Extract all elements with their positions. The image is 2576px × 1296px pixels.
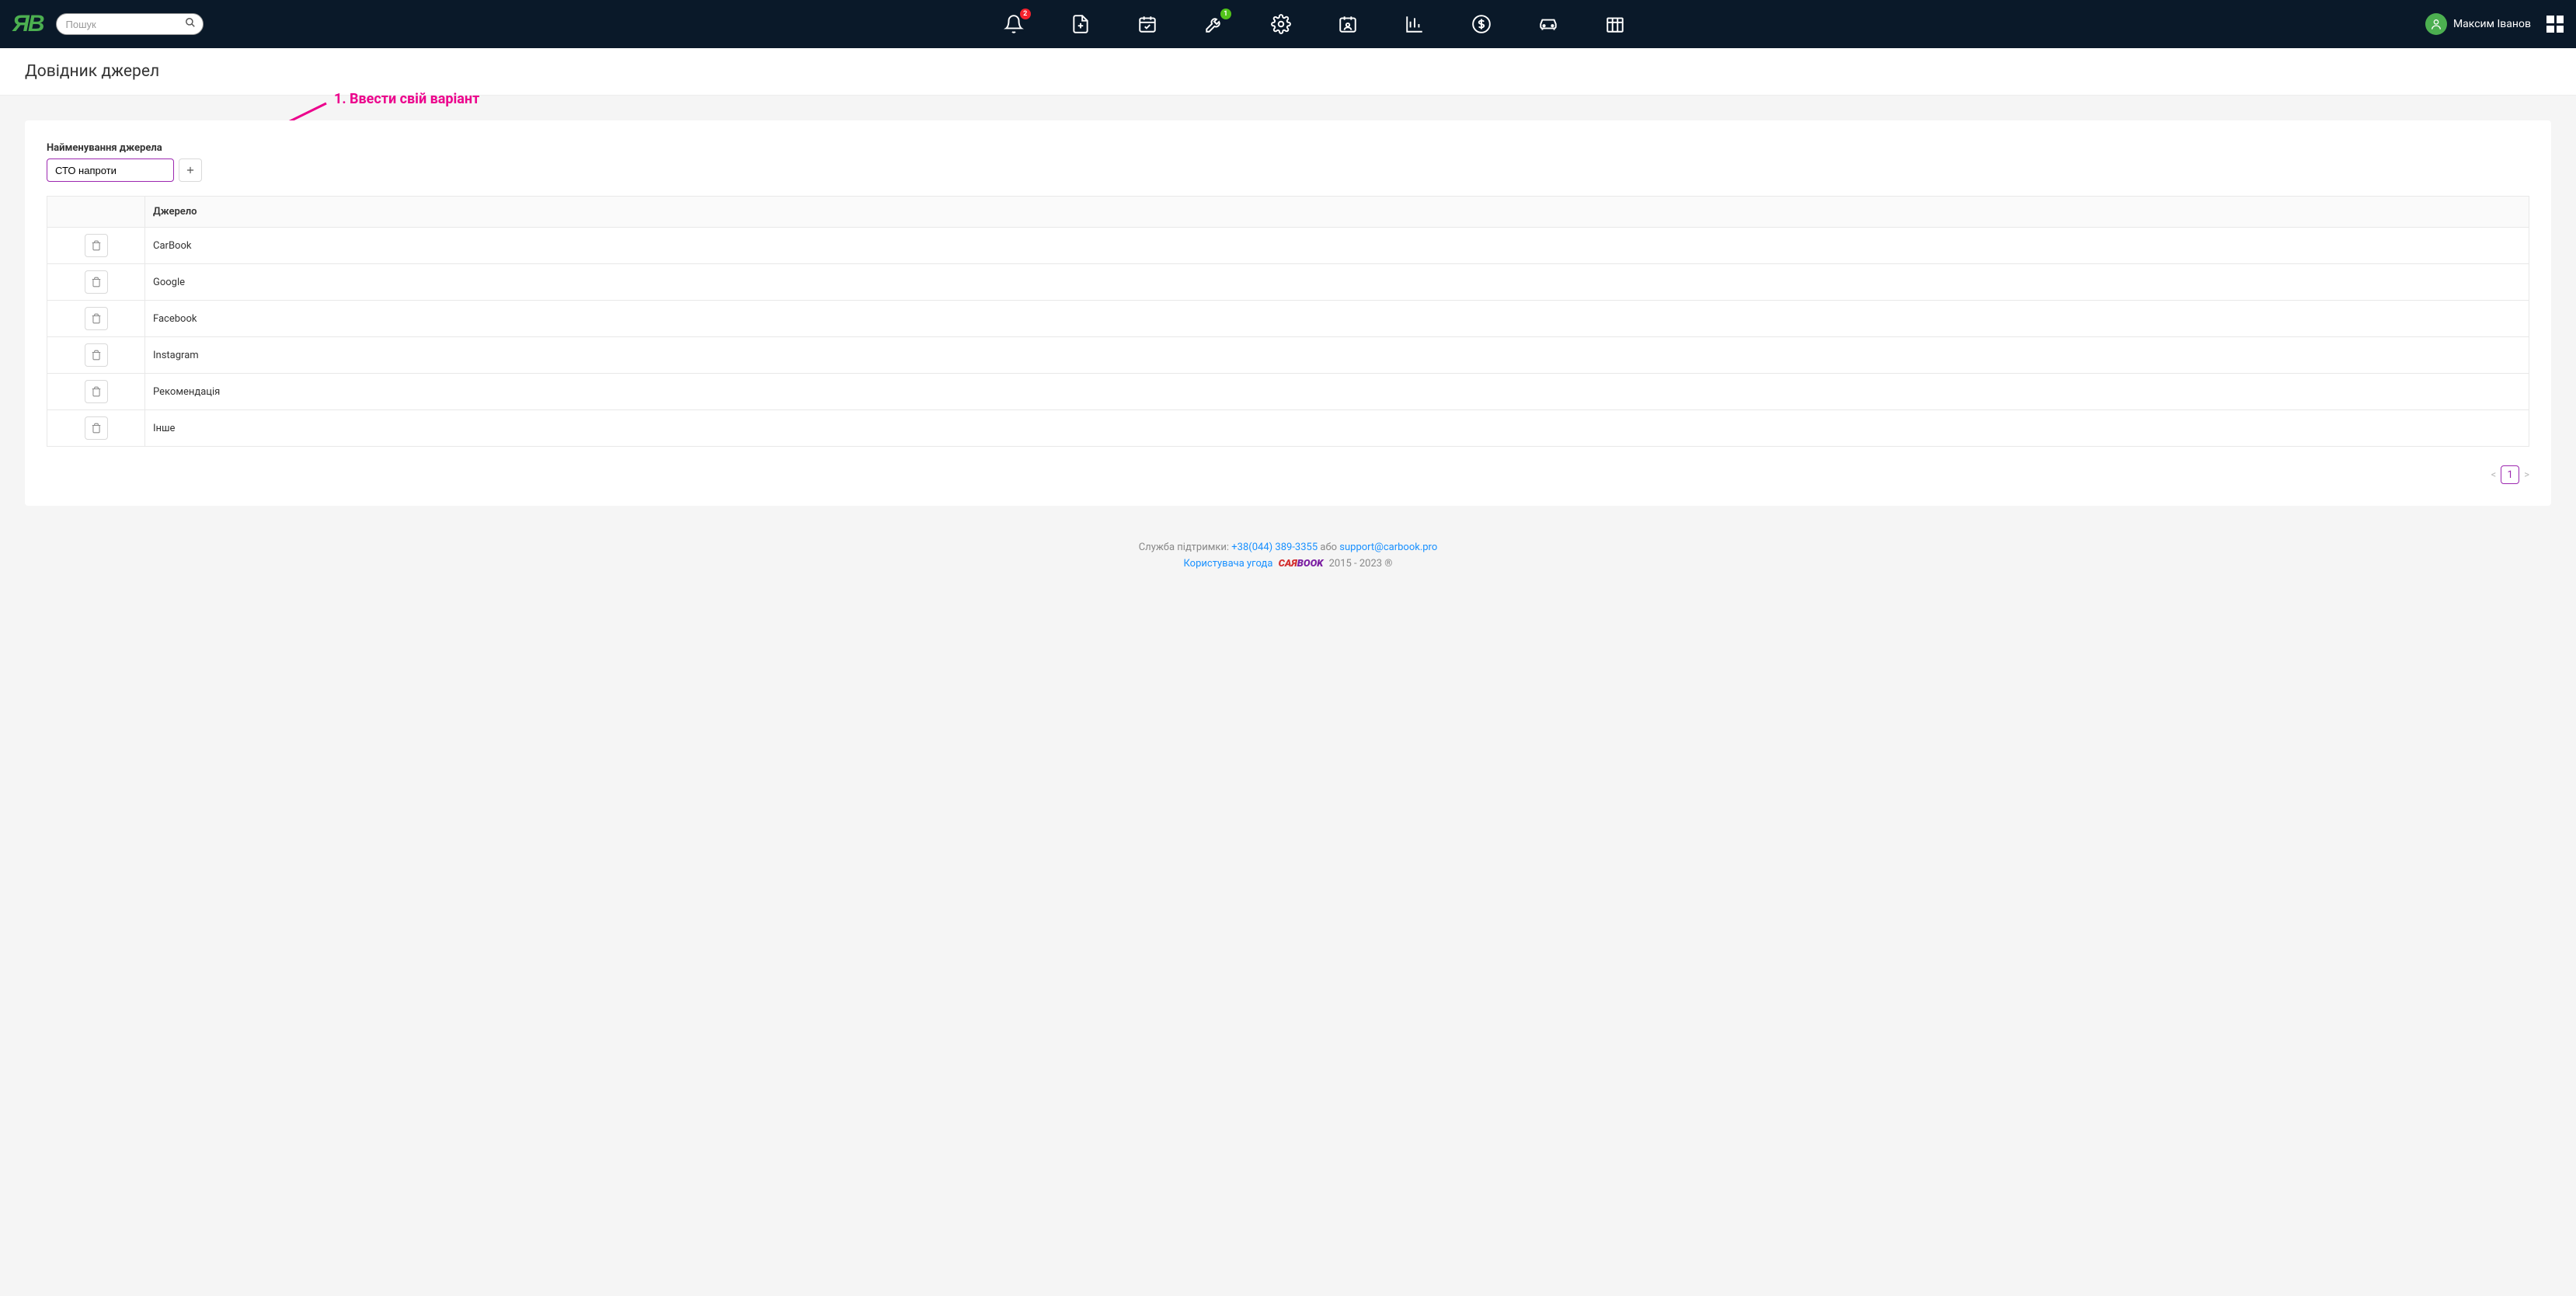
- source-name-cell: Google: [145, 264, 2529, 301]
- table-header-source: Джерело: [145, 197, 2529, 228]
- footer-or: або: [1320, 542, 1337, 553]
- settings-icon[interactable]: [1270, 13, 1292, 35]
- table-row: Instagram: [47, 337, 2529, 374]
- table-header-action: [47, 197, 145, 228]
- delete-button[interactable]: [85, 307, 108, 330]
- plus-icon: [185, 165, 196, 176]
- table-row: Google: [47, 264, 2529, 301]
- chart-icon[interactable]: [1404, 13, 1426, 35]
- panel: Найменування джерела Джерело CarBookGoog…: [25, 120, 2551, 506]
- apps-icon[interactable]: [2546, 16, 2564, 33]
- source-name-cell: CarBook: [145, 228, 2529, 264]
- avatar: [2425, 13, 2447, 35]
- search-input[interactable]: [56, 13, 204, 35]
- sources-table: Джерело CarBookGoogleFacebookInstagramРе…: [47, 196, 2529, 447]
- main-content: 1. Ввести свій варіант 2. Натиснути дода…: [0, 96, 2576, 531]
- new-document-icon[interactable]: [1070, 13, 1091, 35]
- prev-page[interactable]: <: [2491, 469, 2497, 481]
- support-phone[interactable]: +38(044) 389-3355: [1231, 542, 1318, 553]
- page-number[interactable]: 1: [2501, 465, 2519, 484]
- logo[interactable]: ЯB: [12, 11, 44, 37]
- page-title: Довідник джерел: [0, 48, 2576, 96]
- delete-button[interactable]: [85, 234, 108, 257]
- carbook-logo: CAЯBOOK: [1279, 558, 1324, 570]
- add-button[interactable]: [179, 159, 202, 182]
- dollar-icon[interactable]: [1471, 13, 1492, 35]
- trash-icon: [91, 386, 102, 397]
- source-name-cell: Рекомендація: [145, 374, 2529, 410]
- trash-icon: [91, 277, 102, 287]
- source-name-cell: Інше: [145, 410, 2529, 447]
- search-icon[interactable]: [185, 17, 196, 31]
- table-row: Рекомендація: [47, 374, 2529, 410]
- delete-button[interactable]: [85, 416, 108, 440]
- pagination: < 1 >: [47, 465, 2529, 484]
- trash-icon: [91, 423, 102, 434]
- source-name-cell: Facebook: [145, 301, 2529, 337]
- next-page[interactable]: >: [2524, 469, 2529, 481]
- table-row: Facebook: [47, 301, 2529, 337]
- search-box: [56, 13, 204, 35]
- top-header: ЯB 2 1: [0, 0, 2576, 48]
- delete-button[interactable]: [85, 270, 108, 294]
- wrench-badge: 1: [1220, 9, 1231, 19]
- delete-button[interactable]: [85, 343, 108, 367]
- user-menu[interactable]: Максим Іванов: [2425, 13, 2564, 35]
- support-email[interactable]: support@carbook.pro: [1339, 542, 1437, 553]
- trash-icon: [91, 240, 102, 251]
- grid-icon[interactable]: [1604, 13, 1626, 35]
- user-name: Максим Іванов: [2453, 18, 2531, 30]
- terms-link[interactable]: Користувача угода: [1183, 558, 1272, 570]
- source-name-cell: Instagram: [145, 337, 2529, 374]
- source-name-label: Найменування джерела: [47, 142, 2529, 154]
- trash-icon: [91, 313, 102, 324]
- table-row: CarBook: [47, 228, 2529, 264]
- delete-button[interactable]: [85, 380, 108, 403]
- wrench-icon[interactable]: 1: [1203, 13, 1225, 35]
- table-row: Інше: [47, 410, 2529, 447]
- footer: Служба підтримки: +38(044) 389-3355 або …: [0, 531, 2576, 588]
- contact-card-icon[interactable]: [1337, 13, 1359, 35]
- source-name-input[interactable]: [47, 159, 174, 182]
- footer-years: 2015 - 2023 ®: [1329, 558, 1393, 570]
- support-label: Служба підтримки:: [1139, 542, 1229, 553]
- notification-badge: 2: [1020, 9, 1031, 19]
- car-icon[interactable]: [1537, 13, 1559, 35]
- trash-icon: [91, 350, 102, 361]
- calendar-check-icon[interactable]: [1137, 13, 1158, 35]
- nav-icons: 2 1: [216, 13, 2413, 35]
- notifications-icon[interactable]: 2: [1003, 13, 1025, 35]
